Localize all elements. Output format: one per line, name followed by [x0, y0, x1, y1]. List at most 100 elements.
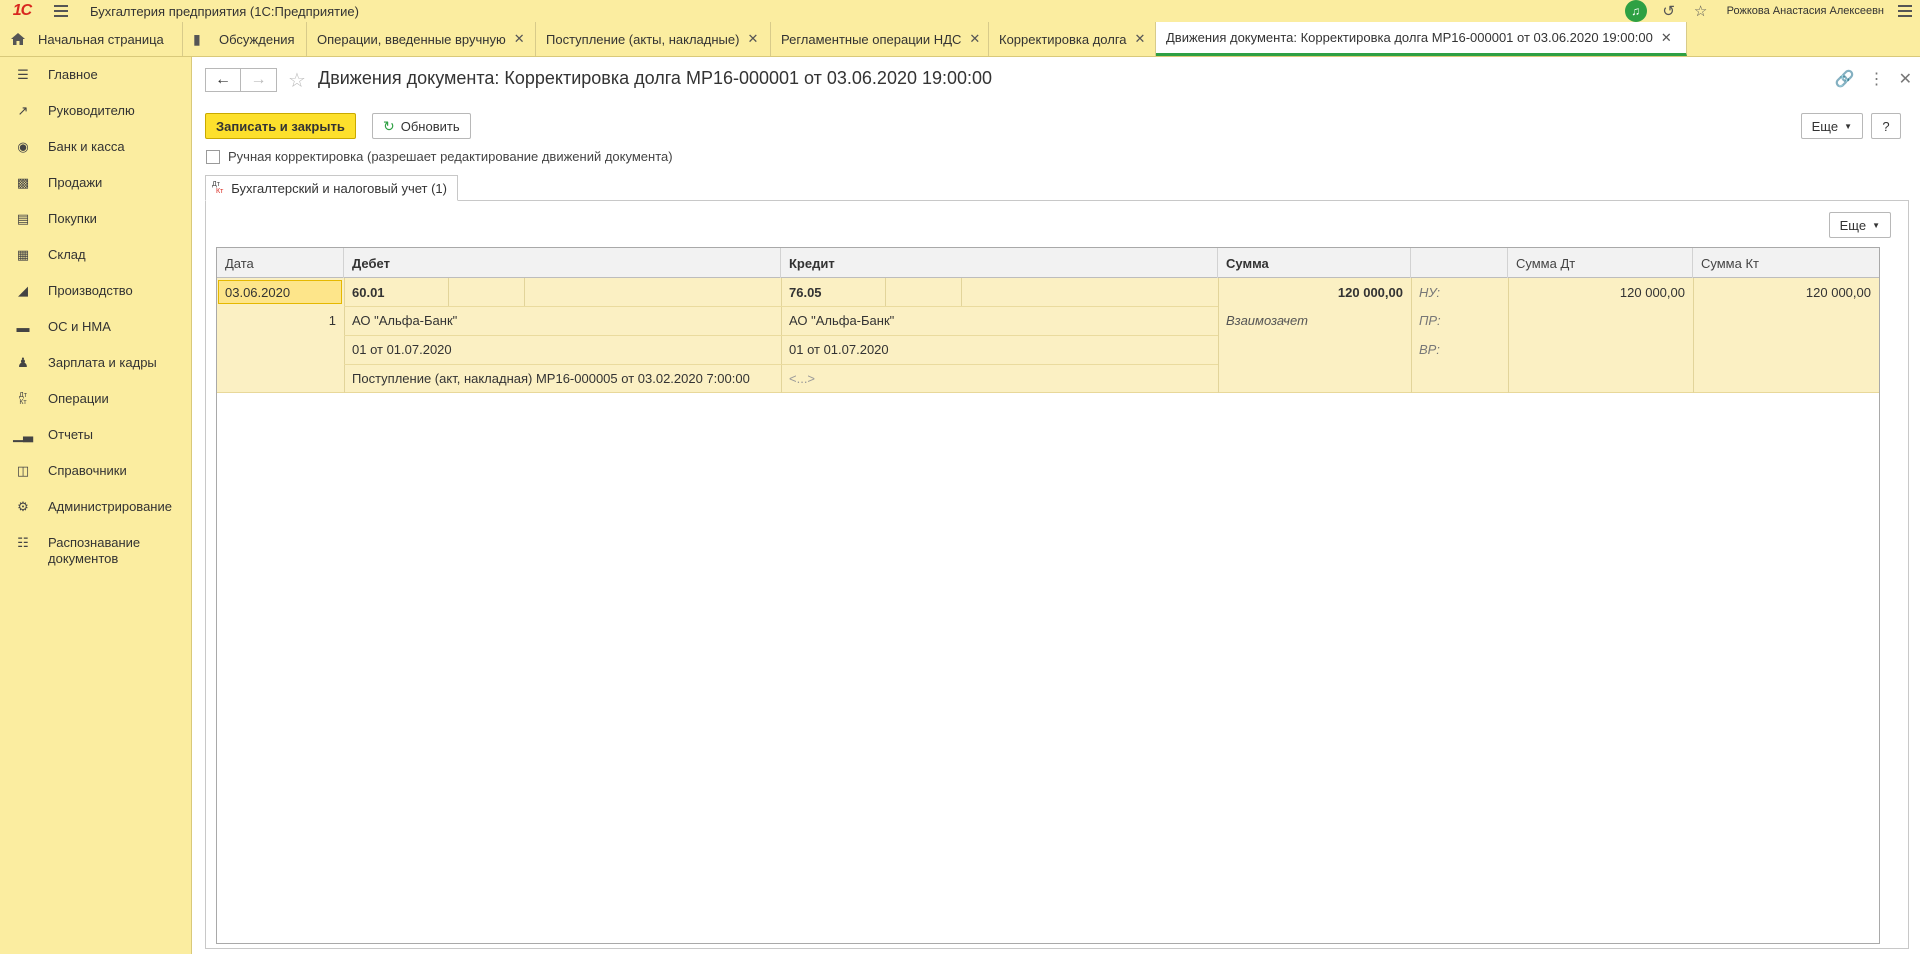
tab-accounting[interactable]: Дт Кт Бухгалтерский и налоговый учет (1) — [205, 175, 458, 201]
tab-label: Поступление (акты, накладные) — [546, 31, 740, 47]
history-icon[interactable]: ↺ — [1659, 0, 1679, 22]
close-icon[interactable]: ✕ — [747, 31, 758, 47]
header-sum[interactable]: Сумма — [1218, 248, 1411, 278]
cell-debit-account[interactable]: 60.01 — [352, 278, 385, 306]
cell-credit-subconto-1[interactable]: АО "Альфа-Банк" — [789, 306, 894, 335]
back-arrow-icon[interactable]: ← — [205, 68, 241, 92]
table-more-button[interactable]: Еще ▼ — [1828, 212, 1891, 238]
cell-credit-subconto-2[interactable]: 01 от 01.07.2020 — [789, 335, 889, 364]
manual-correction-row[interactable]: Ручная корректировка (разрешает редактир… — [206, 149, 673, 164]
label-vr: ВР: — [1419, 342, 1440, 357]
save-and-close-button[interactable]: Записать и закрыть — [205, 113, 356, 139]
header-date[interactable]: Дата — [217, 248, 344, 278]
tab-label: Операции, введенные вручную — [317, 31, 506, 47]
factory-icon: ◢ — [18, 283, 28, 298]
close-icon[interactable]: ✕ — [514, 31, 525, 47]
tab-label: Обсуждения — [219, 31, 295, 47]
settings-menu-icon[interactable] — [1898, 5, 1914, 17]
cell-credit-account[interactable]: 76.05 — [789, 278, 822, 306]
tab-vat-operations[interactable]: Регламентные операции НДС ✕ — [771, 22, 989, 56]
tab-label: Регламентные операции НДС — [781, 31, 962, 47]
header-sum-dt[interactable]: Сумма Дт — [1508, 248, 1693, 278]
tab-document-movements[interactable]: Движения документа: Корректировка долга … — [1156, 22, 1687, 56]
notification-bell-icon[interactable]: ♫ — [1624, 0, 1647, 22]
close-icon[interactable]: ✕ — [1135, 31, 1146, 47]
app-logo: 1С — [12, 2, 32, 19]
tab-discussions[interactable]: ▮ Обсуждения — [183, 22, 307, 56]
link-icon[interactable]: 🔗 — [1835, 69, 1855, 89]
favorite-star-icon[interactable]: ☆ — [288, 68, 306, 93]
favorites-star-icon[interactable]: ☆ — [1691, 0, 1711, 22]
menu-icon: ☰ — [17, 67, 29, 82]
header-blank[interactable] — [1411, 248, 1508, 278]
user-name[interactable]: Рожкова Анастасия Алексеевн — [1727, 5, 1884, 17]
more-vertical-icon[interactable]: ⋮ — [1869, 69, 1885, 89]
forward-arrow-icon[interactable]: → — [241, 68, 277, 92]
chat-icon: ▮ — [193, 30, 201, 47]
trend-icon: ↗ — [17, 103, 29, 118]
sidebar-item-purchases[interactable]: ▤ Покупки — [0, 201, 191, 237]
help-button[interactable]: ? — [1871, 113, 1901, 139]
tab-label: Корректировка долга — [999, 31, 1127, 47]
sidebar-item-operations[interactable]: Дт Кт Операции — [0, 381, 191, 417]
sidebar-item-salary[interactable]: ♟ Зарплата и кадры — [0, 345, 191, 381]
cell-debit-subconto-2[interactable]: 01 от 01.07.2020 — [352, 335, 452, 364]
manual-correction-checkbox[interactable] — [206, 149, 220, 164]
sidebar-item-production[interactable]: ◢ Производство — [0, 273, 191, 309]
sidebar-item-bank[interactable]: ◉ Банк и касса — [0, 129, 191, 165]
scan-icon: ☷ — [17, 535, 29, 550]
cell-debit-subconto-3[interactable]: Поступление (акт, накладная) МР16-000005… — [352, 364, 750, 393]
tab-debt-correction[interactable]: Корректировка долга ✕ — [989, 22, 1156, 56]
open-tabs-bar: Начальная страница ▮ Обсуждения Операции… — [0, 22, 1920, 57]
cell-date[interactable]: 03.06.2020 — [218, 280, 342, 304]
header-debit[interactable]: Дебет — [344, 248, 781, 278]
tab-manual-operations[interactable]: Операции, введенные вручную ✕ — [307, 22, 536, 56]
bag-icon: ▩ — [16, 175, 30, 190]
cell-credit-subconto-3[interactable]: <...> — [789, 364, 815, 393]
grid-icon: ▦ — [16, 247, 30, 262]
refresh-button[interactable]: ↻ Обновить — [372, 113, 471, 139]
header-credit[interactable]: Кредит — [781, 248, 1218, 278]
cell-row-number[interactable]: 1 — [217, 306, 336, 335]
tab-receipts[interactable]: Поступление (акты, накладные) ✕ — [536, 22, 771, 56]
more-button[interactable]: Еще ▼ — [1800, 113, 1863, 139]
sidebar-item-director[interactable]: ↗ Руководителю — [0, 93, 191, 129]
tab-label: Движения документа: Корректировка долга … — [1166, 30, 1653, 45]
sidebar-item-sales[interactable]: ▩ Продажи — [0, 165, 191, 201]
sidebar-item-reports[interactable]: ▁▃ Отчеты — [0, 417, 191, 453]
sidebar-item-catalogs[interactable]: ◫ Справочники — [0, 453, 191, 489]
close-icon[interactable]: ✕ — [1661, 30, 1672, 46]
cell-sum-kt[interactable]: 120 000,00 — [1693, 278, 1871, 306]
close-icon[interactable]: ✕ — [969, 31, 980, 47]
window-controls: 🔗 ⋮ ✕ — [1835, 69, 1912, 89]
sidebar-item-administration[interactable]: ⚙ Администрирование — [0, 489, 191, 525]
cell-content[interactable]: Взаимозачет — [1226, 306, 1308, 335]
navigation-buttons: ← → — [205, 68, 277, 92]
tab-home[interactable]: Начальная страница — [0, 22, 183, 56]
label-nu: НУ: — [1419, 284, 1441, 300]
top-bar: 1С Бухгалтерия предприятия (1С:Предприят… — [0, 0, 1920, 22]
cell-sum-dt[interactable]: 120 000,00 — [1508, 278, 1685, 306]
page-title: Движения документа: Корректировка долга … — [318, 68, 993, 88]
sidebar-item-main[interactable]: ☰ Главное — [0, 57, 191, 93]
dtkt-icon: Дт Кт — [19, 392, 27, 406]
tab-label: Начальная страница — [38, 31, 164, 47]
document-form: ← → ☆ Движения документа: Корректировка … — [193, 57, 1920, 954]
sidebar-item-fixed-assets[interactable]: ▬ ОС и НМА — [0, 309, 191, 345]
cell-sum[interactable]: 120 000,00 — [1218, 278, 1403, 306]
bar-chart-icon: ▁▃ — [13, 427, 33, 442]
manual-correction-label: Ручная корректировка (разрешает редактир… — [228, 149, 673, 164]
gear-icon: ⚙ — [17, 499, 29, 514]
table-row[interactable]: 03.06.2020 1 60.01 АО "Альфа-Банк" 01 от… — [217, 278, 1879, 393]
close-icon[interactable]: ✕ — [1899, 69, 1912, 89]
sidebar-item-recognition[interactable]: ☷ Распознавание документов — [0, 525, 191, 577]
main-menu-icon[interactable] — [54, 0, 74, 22]
header-sum-kt[interactable]: Сумма Кт — [1693, 248, 1879, 278]
app-title: Бухгалтерия предприятия (1С:Предприятие) — [90, 3, 359, 19]
books-icon: ◫ — [16, 463, 30, 478]
sidebar-item-warehouse[interactable]: ▦ Склад — [0, 237, 191, 273]
truck-icon: ▬ — [16, 319, 30, 335]
entries-table[interactable]: Дата Дебет Кредит Сумма Сумма Дт Сумма К… — [216, 247, 1880, 944]
cell-debit-subconto-1[interactable]: АО "Альфа-Банк" — [352, 306, 457, 335]
chevron-down-icon: ▼ — [1844, 121, 1852, 131]
